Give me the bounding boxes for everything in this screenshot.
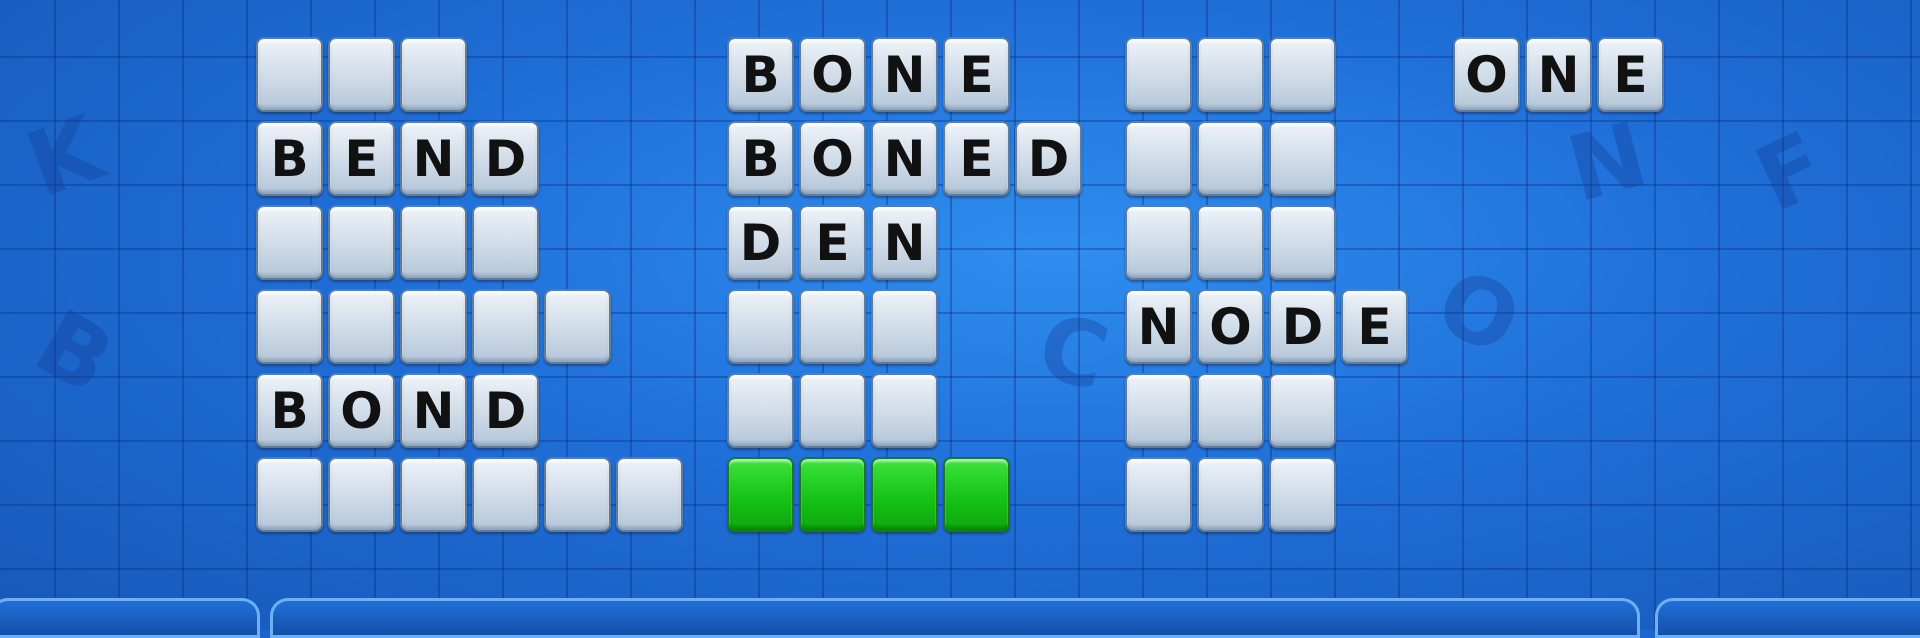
word-row: BONED: [727, 121, 1087, 199]
letter-tile: N: [400, 121, 467, 196]
letter-tile: O: [1453, 37, 1520, 112]
word-row: [256, 289, 688, 367]
empty-letter-tile: [1125, 457, 1192, 532]
letter-tile: O: [799, 121, 866, 196]
empty-letter-tile: [1269, 205, 1336, 280]
empty-letter-tile: [1197, 457, 1264, 532]
letter-tile: E: [328, 121, 395, 196]
word-row: [1125, 205, 1413, 283]
word-row: [1125, 37, 1413, 115]
empty-letter-tile: [1197, 37, 1264, 112]
word-board: BENDBOND BONEBONEDDEN NODE ONE: [0, 0, 1920, 560]
letter-tile: B: [256, 121, 323, 196]
letter-tile: B: [256, 373, 323, 448]
word-row: BEND: [256, 121, 688, 199]
empty-letter-tile: [256, 205, 323, 280]
word-row: [727, 289, 1087, 367]
letter-tile: E: [1341, 289, 1408, 364]
word-row: [727, 457, 1087, 535]
empty-letter-tile: [328, 37, 395, 112]
letter-tile: B: [727, 37, 794, 112]
letter-tile: N: [871, 37, 938, 112]
empty-letter-tile: [1197, 121, 1264, 196]
letter-tile: N: [1525, 37, 1592, 112]
word-row: [1125, 457, 1413, 535]
empty-letter-tile: [727, 457, 794, 532]
empty-letter-tile: [472, 289, 539, 364]
empty-letter-tile: [1197, 205, 1264, 280]
empty-letter-tile: [400, 457, 467, 532]
empty-letter-tile: [1125, 37, 1192, 112]
letter-tile: D: [472, 121, 539, 196]
bottom-right-panel[interactable]: [1655, 598, 1920, 638]
empty-letter-tile: [1125, 373, 1192, 448]
word-row: [256, 205, 688, 283]
empty-letter-tile: [328, 205, 395, 280]
letter-tile: D: [727, 205, 794, 280]
letter-tile: E: [943, 121, 1010, 196]
empty-letter-tile: [799, 373, 866, 448]
letter-tile: D: [1015, 121, 1082, 196]
letter-tile: E: [799, 205, 866, 280]
letter-tile: E: [943, 37, 1010, 112]
empty-letter-tile: [400, 205, 467, 280]
word-column-1: BENDBOND: [256, 37, 688, 541]
letter-tile: O: [1197, 289, 1264, 364]
empty-letter-tile: [1125, 121, 1192, 196]
bottom-left-panel[interactable]: [0, 598, 260, 638]
bottom-center-panel[interactable]: [270, 598, 1640, 638]
empty-letter-tile: [727, 373, 794, 448]
empty-letter-tile: [256, 457, 323, 532]
word-row: DEN: [727, 205, 1087, 283]
letter-tile: N: [871, 121, 938, 196]
empty-letter-tile: [1269, 457, 1336, 532]
empty-letter-tile: [472, 457, 539, 532]
empty-letter-tile: [472, 205, 539, 280]
empty-letter-tile: [1125, 205, 1192, 280]
empty-letter-tile: [1269, 373, 1336, 448]
word-row: [727, 373, 1087, 451]
word-row: ONE: [1453, 37, 1669, 115]
empty-letter-tile: [727, 289, 794, 364]
word-column-2: BONEBONEDDEN: [727, 37, 1087, 541]
empty-letter-tile: [400, 289, 467, 364]
empty-letter-tile: [871, 457, 938, 532]
empty-letter-tile: [256, 289, 323, 364]
letter-tile: N: [871, 205, 938, 280]
empty-letter-tile: [871, 289, 938, 364]
empty-letter-tile: [1269, 121, 1336, 196]
empty-letter-tile: [328, 289, 395, 364]
letter-tile: B: [727, 121, 794, 196]
letter-tile: D: [1269, 289, 1336, 364]
letter-tile: D: [472, 373, 539, 448]
empty-letter-tile: [799, 289, 866, 364]
word-row: NODE: [1125, 289, 1413, 367]
word-row: BOND: [256, 373, 688, 451]
word-row: [1125, 373, 1413, 451]
letter-tile: O: [799, 37, 866, 112]
empty-letter-tile: [799, 457, 866, 532]
word-row: [256, 37, 688, 115]
empty-letter-tile: [1269, 37, 1336, 112]
empty-letter-tile: [871, 373, 938, 448]
word-row: [1125, 121, 1413, 199]
empty-letter-tile: [400, 37, 467, 112]
letter-tile: N: [1125, 289, 1192, 364]
empty-letter-tile: [616, 457, 683, 532]
letter-tile: E: [1597, 37, 1664, 112]
empty-letter-tile: [256, 37, 323, 112]
empty-letter-tile: [328, 457, 395, 532]
empty-letter-tile: [544, 457, 611, 532]
word-column-4: ONE: [1453, 37, 1669, 121]
word-row: [256, 457, 688, 535]
empty-letter-tile: [544, 289, 611, 364]
empty-letter-tile: [1197, 373, 1264, 448]
empty-letter-tile: [943, 457, 1010, 532]
letter-tile: O: [328, 373, 395, 448]
word-row: BONE: [727, 37, 1087, 115]
word-column-3: NODE: [1125, 37, 1413, 541]
letter-tile: N: [400, 373, 467, 448]
